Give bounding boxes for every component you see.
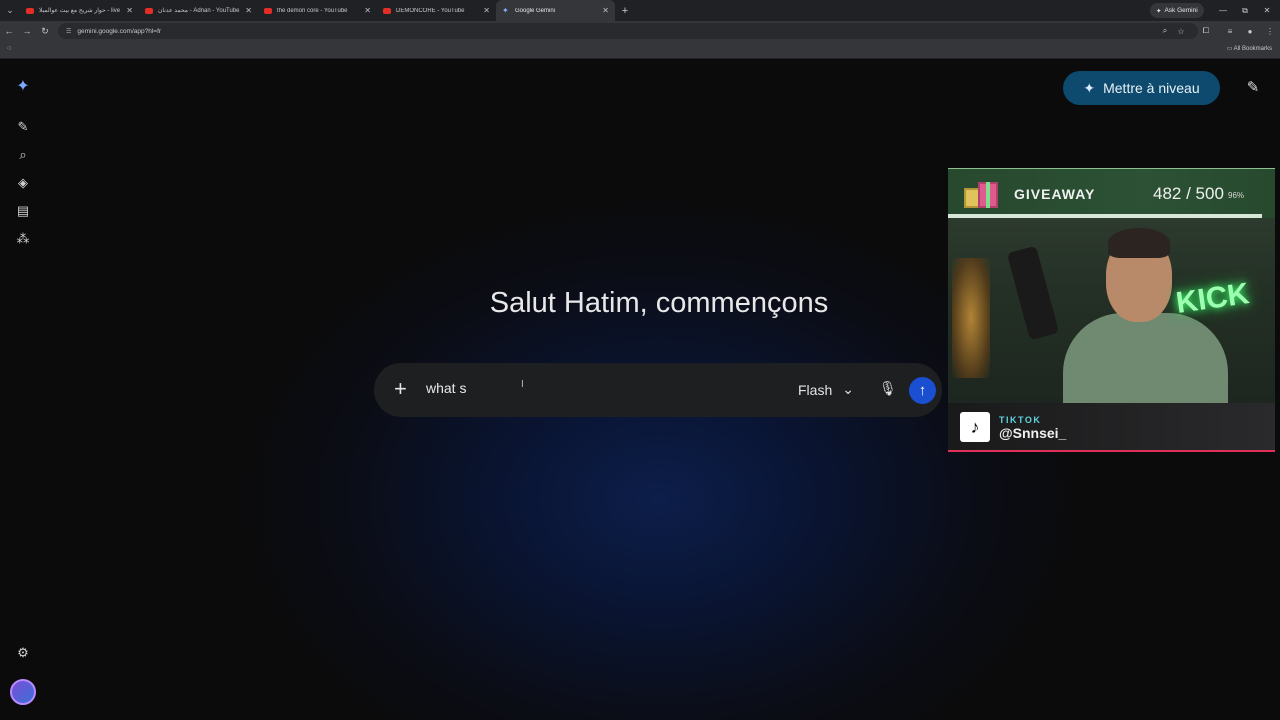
new-tab-icon[interactable]: + xyxy=(615,5,635,17)
sparkle-icon: ✦ xyxy=(1156,7,1162,15)
ask-gemini-label: Ask Gemini xyxy=(1164,7,1198,14)
sparkle-icon: ✦ xyxy=(1083,79,1096,96)
upgrade-label: Mettre à niveau xyxy=(1103,80,1200,96)
youtube-icon xyxy=(264,7,272,14)
menu-icon[interactable]: ⋮ xyxy=(1262,21,1278,41)
apps-icon[interactable]: ⁂ xyxy=(13,229,33,249)
minimize-icon[interactable]: — xyxy=(1212,0,1234,21)
browser-tab[interactable]: حوار شريح مع بيت عوالميلا - live ✕ xyxy=(20,0,139,21)
prompt-box: + I Flash ⌄ 🎙 ↑ xyxy=(374,363,942,417)
text-cursor-icon: I xyxy=(521,379,524,390)
close-window-icon[interactable]: ✕ xyxy=(1256,0,1278,21)
address-bar[interactable]: ☰ gemini.google.com/app?hl=fr xyxy=(58,23,1198,39)
folder-icon: ▭ xyxy=(1226,46,1233,52)
close-tab-icon[interactable]: ✕ xyxy=(483,6,490,15)
tab-title: Google Gemini xyxy=(515,7,556,14)
close-tab-icon[interactable]: ✕ xyxy=(602,6,609,15)
youtube-icon xyxy=(383,7,391,14)
browser-tab[interactable]: the demon core - YouTube ✕ xyxy=(258,0,377,21)
streamer-hair xyxy=(1108,228,1170,258)
chevron-down-icon: ⌄ xyxy=(842,381,854,397)
zoom-icon[interactable]: ⌕ xyxy=(1157,21,1173,41)
profile-icon[interactable]: ● xyxy=(1242,21,1258,41)
browser-tab[interactable]: DEMONCORE - YouTube ✕ xyxy=(377,0,496,21)
send-button[interactable]: ↑ xyxy=(909,377,936,404)
lamp xyxy=(952,258,990,378)
avatar[interactable] xyxy=(10,679,36,705)
edit-pen-icon[interactable]: ✎ xyxy=(1243,78,1263,98)
youtube-icon xyxy=(26,7,34,14)
tab-title: the demon core - YouTube xyxy=(277,7,348,14)
streamer-body xyxy=(1063,313,1228,403)
reload-icon[interactable]: ↻ xyxy=(36,21,54,41)
forward-icon[interactable]: → xyxy=(18,21,36,41)
tiktok-icon: ♪ xyxy=(960,412,990,442)
search-icon[interactable]: ⌕ xyxy=(13,145,33,165)
add-attachment-icon[interactable]: + xyxy=(394,377,407,401)
apps-grid-icon[interactable]: ⁘ xyxy=(6,44,13,53)
tab-title: DEMONCORE - YouTube xyxy=(396,7,465,14)
tiktok-banner: ♪ TIKTOK @Snnsei_ xyxy=(948,403,1275,452)
side-rail: ✦ ✎ ⌕ ◈ ▤ ⁂ ⚙ xyxy=(0,59,46,720)
browser-tab[interactable]: محمد عدنان - Adnan - YouTube ✕ xyxy=(139,0,258,21)
giveaway-panel: GIVEAWAY 482 / 500 96% xyxy=(948,168,1275,218)
close-tab-icon[interactable]: ✕ xyxy=(364,6,371,15)
microphone-arm xyxy=(1006,245,1060,341)
library-icon[interactable]: ▤ xyxy=(13,201,33,221)
microphone-icon[interactable]: 🎙 xyxy=(879,380,897,397)
tab-strip: ⌄ حوار شريح مع بيت عوالميلا - live ✕ محم… xyxy=(0,0,1280,21)
restore-icon[interactable]: ⧉ xyxy=(1234,0,1256,21)
arrow-up-icon: ↑ xyxy=(918,382,927,399)
bookmarks-bar: ⁘ ▭ All Bookmarks xyxy=(0,41,1280,59)
gemini-icon: ✦ xyxy=(502,5,509,15)
model-label: Flash xyxy=(798,381,833,398)
webcam-feed: KICK xyxy=(948,218,1275,403)
ask-gemini-button[interactable]: ✦ Ask Gemini xyxy=(1150,3,1204,18)
giveaway-label: GIVEAWAY xyxy=(1014,186,1096,202)
back-icon[interactable]: ← xyxy=(0,21,18,41)
upgrade-button[interactable]: ✦ Mettre à niveau xyxy=(1063,71,1220,105)
gift-icon xyxy=(962,176,1002,210)
media-icon[interactable]: ≡ xyxy=(1222,21,1238,41)
prompt-input[interactable] xyxy=(426,380,766,396)
giveaway-percent: 96% xyxy=(1228,191,1245,200)
gems-icon[interactable]: ◈ xyxy=(13,173,33,193)
gemini-logo-icon[interactable]: ✦ xyxy=(13,76,33,96)
model-selector[interactable]: Flash ⌄ xyxy=(798,381,854,398)
handle-label: @Snnsei_ xyxy=(999,425,1067,441)
youtube-icon xyxy=(145,7,153,14)
site-info-icon[interactable]: ☰ xyxy=(66,28,71,35)
close-tab-icon[interactable]: ✕ xyxy=(245,6,252,15)
tab-title: حوار شريح مع بيت عوالميلا - live xyxy=(39,8,121,14)
neon-sign: KICK xyxy=(1173,277,1252,320)
new-chat-icon[interactable]: ✎ xyxy=(13,117,33,137)
platform-label: TIKTOK xyxy=(999,415,1042,425)
extensions-icon[interactable]: ⧠ xyxy=(1198,21,1214,41)
browser-tab-active[interactable]: ✦ Google Gemini ✕ xyxy=(496,0,615,21)
all-bookmarks[interactable]: ▭ All Bookmarks xyxy=(1227,45,1272,52)
tab-title: محمد عدنان - Adnan - YouTube xyxy=(158,8,240,14)
bookmark-star-icon[interactable]: ☆ xyxy=(1173,21,1189,41)
close-tab-icon[interactable]: ✕ xyxy=(126,6,133,15)
settings-gear-icon[interactable]: ⚙ xyxy=(13,643,33,663)
tab-search-chevron-icon[interactable]: ⌄ xyxy=(0,0,20,21)
giveaway-count: 482 / 500 xyxy=(1153,184,1224,203)
url-text: gemini.google.com/app?hl=fr xyxy=(77,27,162,35)
